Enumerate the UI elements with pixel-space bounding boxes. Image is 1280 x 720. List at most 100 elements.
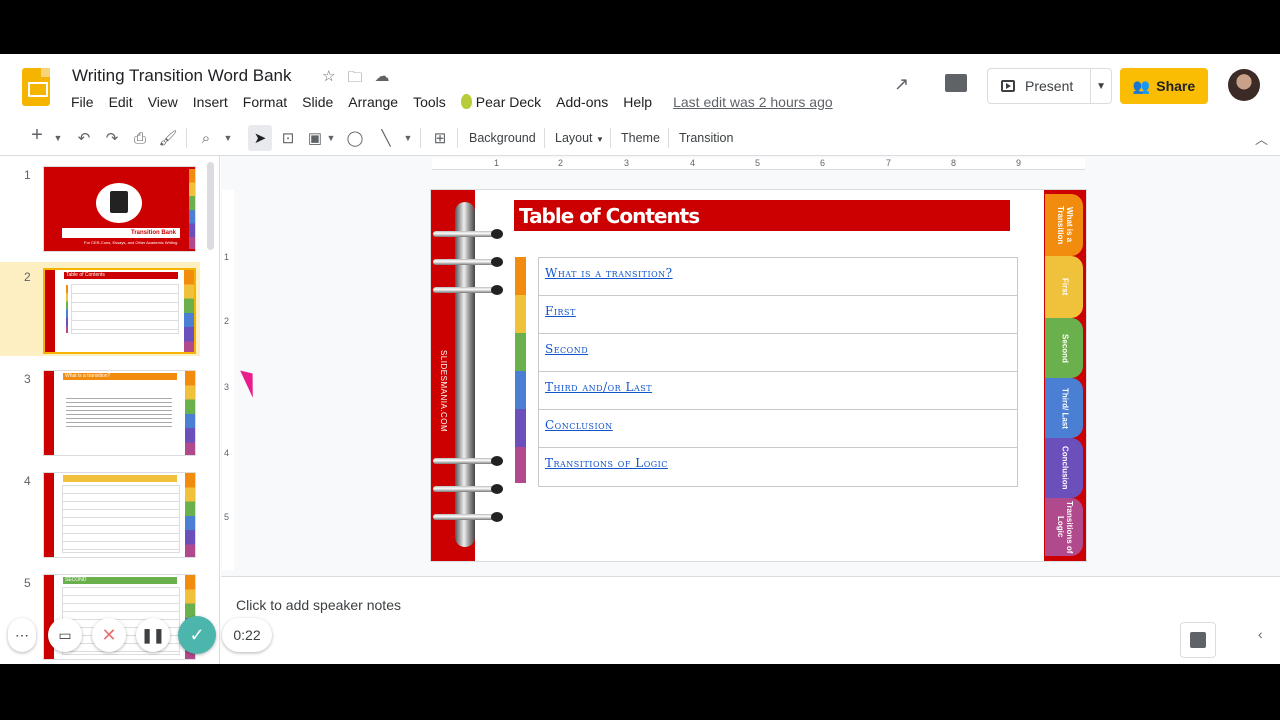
- explore-button[interactable]: [1180, 622, 1216, 658]
- menu-add-ons[interactable]: Add-ons: [556, 94, 608, 110]
- menu-slide[interactable]: Slide: [302, 94, 333, 110]
- menu-help[interactable]: Help: [623, 94, 652, 110]
- new-slide-dropdown-icon[interactable]: ▼: [52, 129, 64, 147]
- document-title[interactable]: Writing Transition Word Bank: [72, 66, 292, 86]
- speaker-notes[interactable]: Click to add speaker notes: [221, 576, 1280, 664]
- tab-second[interactable]: Second: [1045, 318, 1083, 378]
- toc-link-what-is[interactable]: What is a transition?: [539, 258, 1017, 296]
- text-box-icon[interactable]: ⊡: [278, 129, 298, 147]
- slide-thumbnail[interactable]: What is a transition?: [43, 370, 196, 456]
- shape-icon[interactable]: ◯: [345, 129, 365, 147]
- comment-history-icon[interactable]: [945, 74, 967, 92]
- menu-format[interactable]: Format: [243, 94, 287, 110]
- speaker-notes-placeholder[interactable]: Click to add speaker notes: [236, 597, 401, 613]
- add-comment-icon[interactable]: ⊞: [430, 129, 450, 147]
- star-icon[interactable]: ☆: [322, 67, 335, 92]
- toc-link-logic[interactable]: Transitions of Logic: [539, 448, 1017, 486]
- toc-link-conclusion[interactable]: Conclusion: [539, 410, 1017, 448]
- side-panel-chevron-icon[interactable]: ‹: [1258, 626, 1263, 642]
- menu-edit[interactable]: Edit: [109, 94, 133, 110]
- undo-icon[interactable]: ↶: [74, 129, 94, 147]
- cloud-saved-icon[interactable]: ☁: [374, 67, 389, 92]
- menu-insert[interactable]: Insert: [193, 94, 228, 110]
- new-slide-icon[interactable]: +: [28, 124, 46, 146]
- slide-title-bar[interactable]: Table of Contents: [514, 200, 1010, 231]
- slide-number: 4: [24, 474, 31, 488]
- slide-thumbnail[interactable]: Transition Bank For CER-Cons, Essays, an…: [43, 166, 196, 252]
- binder-ring: [433, 229, 503, 239]
- share-button[interactable]: 👥 Share: [1120, 68, 1208, 104]
- tab-label: Third/ Last: [1060, 387, 1070, 429]
- paint-format-icon[interactable]: 🖌: [158, 129, 178, 147]
- avatar[interactable]: [1228, 69, 1260, 101]
- menu-pear-deck[interactable]: Pear Deck: [460, 94, 541, 110]
- zoom-icon[interactable]: ⌕: [196, 129, 216, 147]
- recorder-pause-icon[interactable]: ❚❚: [136, 618, 170, 652]
- thumb-binder: [44, 473, 54, 557]
- menu-tools[interactable]: Tools: [413, 94, 446, 110]
- ruler-tick: 6: [820, 158, 826, 168]
- activity-dashboard-icon[interactable]: ↗: [894, 74, 909, 95]
- slide-thumbnail[interactable]: Table of Contents: [43, 268, 196, 354]
- redo-icon[interactable]: ↷: [102, 129, 122, 147]
- color-strip-yellow: [515, 295, 526, 333]
- slide-thumb-row[interactable]: 1 Transition Bank For CER-Cons, Essays, …: [0, 160, 200, 254]
- color-strip-magenta: [515, 447, 526, 483]
- explore-icon: [1190, 632, 1206, 648]
- transition-button[interactable]: Transition: [679, 131, 733, 145]
- slide-thumb-row[interactable]: 3 What is a transition?: [0, 364, 200, 458]
- ruler-tick: 7: [886, 158, 892, 168]
- thumb-title: SECOND: [63, 577, 177, 584]
- present-dropdown-icon[interactable]: ▼: [1091, 81, 1111, 92]
- recorder-more-icon[interactable]: ⋯: [8, 618, 36, 652]
- image-dropdown-icon[interactable]: ▼: [326, 129, 336, 147]
- background-button[interactable]: Background: [469, 131, 536, 145]
- line-dropdown-icon[interactable]: ▼: [402, 129, 414, 147]
- present-button[interactable]: Present ▼: [987, 68, 1112, 104]
- slide-canvas[interactable]: SLIDESMANIA.COM Table of Contents What i…: [431, 190, 1086, 561]
- slide-title[interactable]: Table of Contents: [519, 204, 700, 228]
- theme-button[interactable]: Theme: [621, 131, 660, 145]
- menu-view[interactable]: View: [148, 94, 178, 110]
- slide-thumbnail[interactable]: [43, 472, 196, 558]
- slide-number: 5: [24, 576, 31, 590]
- move-folder-icon[interactable]: 🗀: [347, 67, 362, 92]
- present-main[interactable]: Present: [988, 69, 1092, 103]
- slides-logo-icon[interactable]: [22, 68, 50, 106]
- layout-dropdown-icon: ▼: [596, 135, 604, 144]
- print-icon[interactable]: ⎙: [130, 129, 150, 147]
- tab-third[interactable]: Third/ Last: [1045, 378, 1083, 438]
- collapse-menus-icon[interactable]: ︿: [1255, 129, 1268, 148]
- tab-logic[interactable]: Transitions of Logic: [1045, 498, 1083, 556]
- recorder-finish-icon[interactable]: ✓: [178, 616, 216, 654]
- slide-thumb-row-active[interactable]: 2 Table of Contents: [0, 262, 200, 356]
- tab-first[interactable]: First: [1045, 256, 1083, 318]
- horizontal-ruler[interactable]: 1 2 3 4 5 6 7 8 9: [432, 158, 1085, 170]
- menu-arrange[interactable]: Arrange: [348, 94, 398, 110]
- filmstrip-scrollbar[interactable]: [207, 162, 214, 250]
- recorder-cancel-icon[interactable]: ✕: [92, 618, 126, 652]
- ruler-tick: 1: [224, 252, 230, 262]
- last-edit-link[interactable]: Last edit was 2 hours ago: [673, 94, 833, 110]
- tab-label: What is a Transition: [1056, 205, 1074, 245]
- tab-label: Transitions of Logic: [1056, 500, 1074, 554]
- title-actions: ☆ 🗀 ☁: [322, 67, 389, 92]
- line-icon[interactable]: ╲: [376, 129, 396, 147]
- select-tool-icon[interactable]: ➤: [248, 125, 272, 151]
- tab-conclusion[interactable]: Conclusion: [1045, 438, 1083, 498]
- image-icon[interactable]: ▣: [306, 129, 324, 147]
- slide-thumb-row[interactable]: 4: [0, 466, 200, 560]
- tab-what-is[interactable]: What is a Transition: [1045, 194, 1083, 256]
- layout-button[interactable]: Layout ▼: [555, 131, 604, 145]
- slide-number: 3: [24, 372, 31, 386]
- menu-file[interactable]: File: [71, 94, 94, 110]
- toc-link-third[interactable]: Third and/or Last: [539, 372, 1017, 410]
- vertical-ruler[interactable]: 1 2 3 4 5: [222, 190, 234, 570]
- toc-link-first[interactable]: First: [539, 296, 1017, 334]
- thumb-tabs: [184, 270, 194, 352]
- toc-link-second[interactable]: Second: [539, 334, 1017, 372]
- recorder-camera-off-icon[interactable]: ▭: [48, 618, 82, 652]
- thumb-tabs: [189, 169, 195, 249]
- zoom-dropdown-icon[interactable]: ▼: [222, 129, 234, 147]
- thumb-body: [66, 395, 172, 429]
